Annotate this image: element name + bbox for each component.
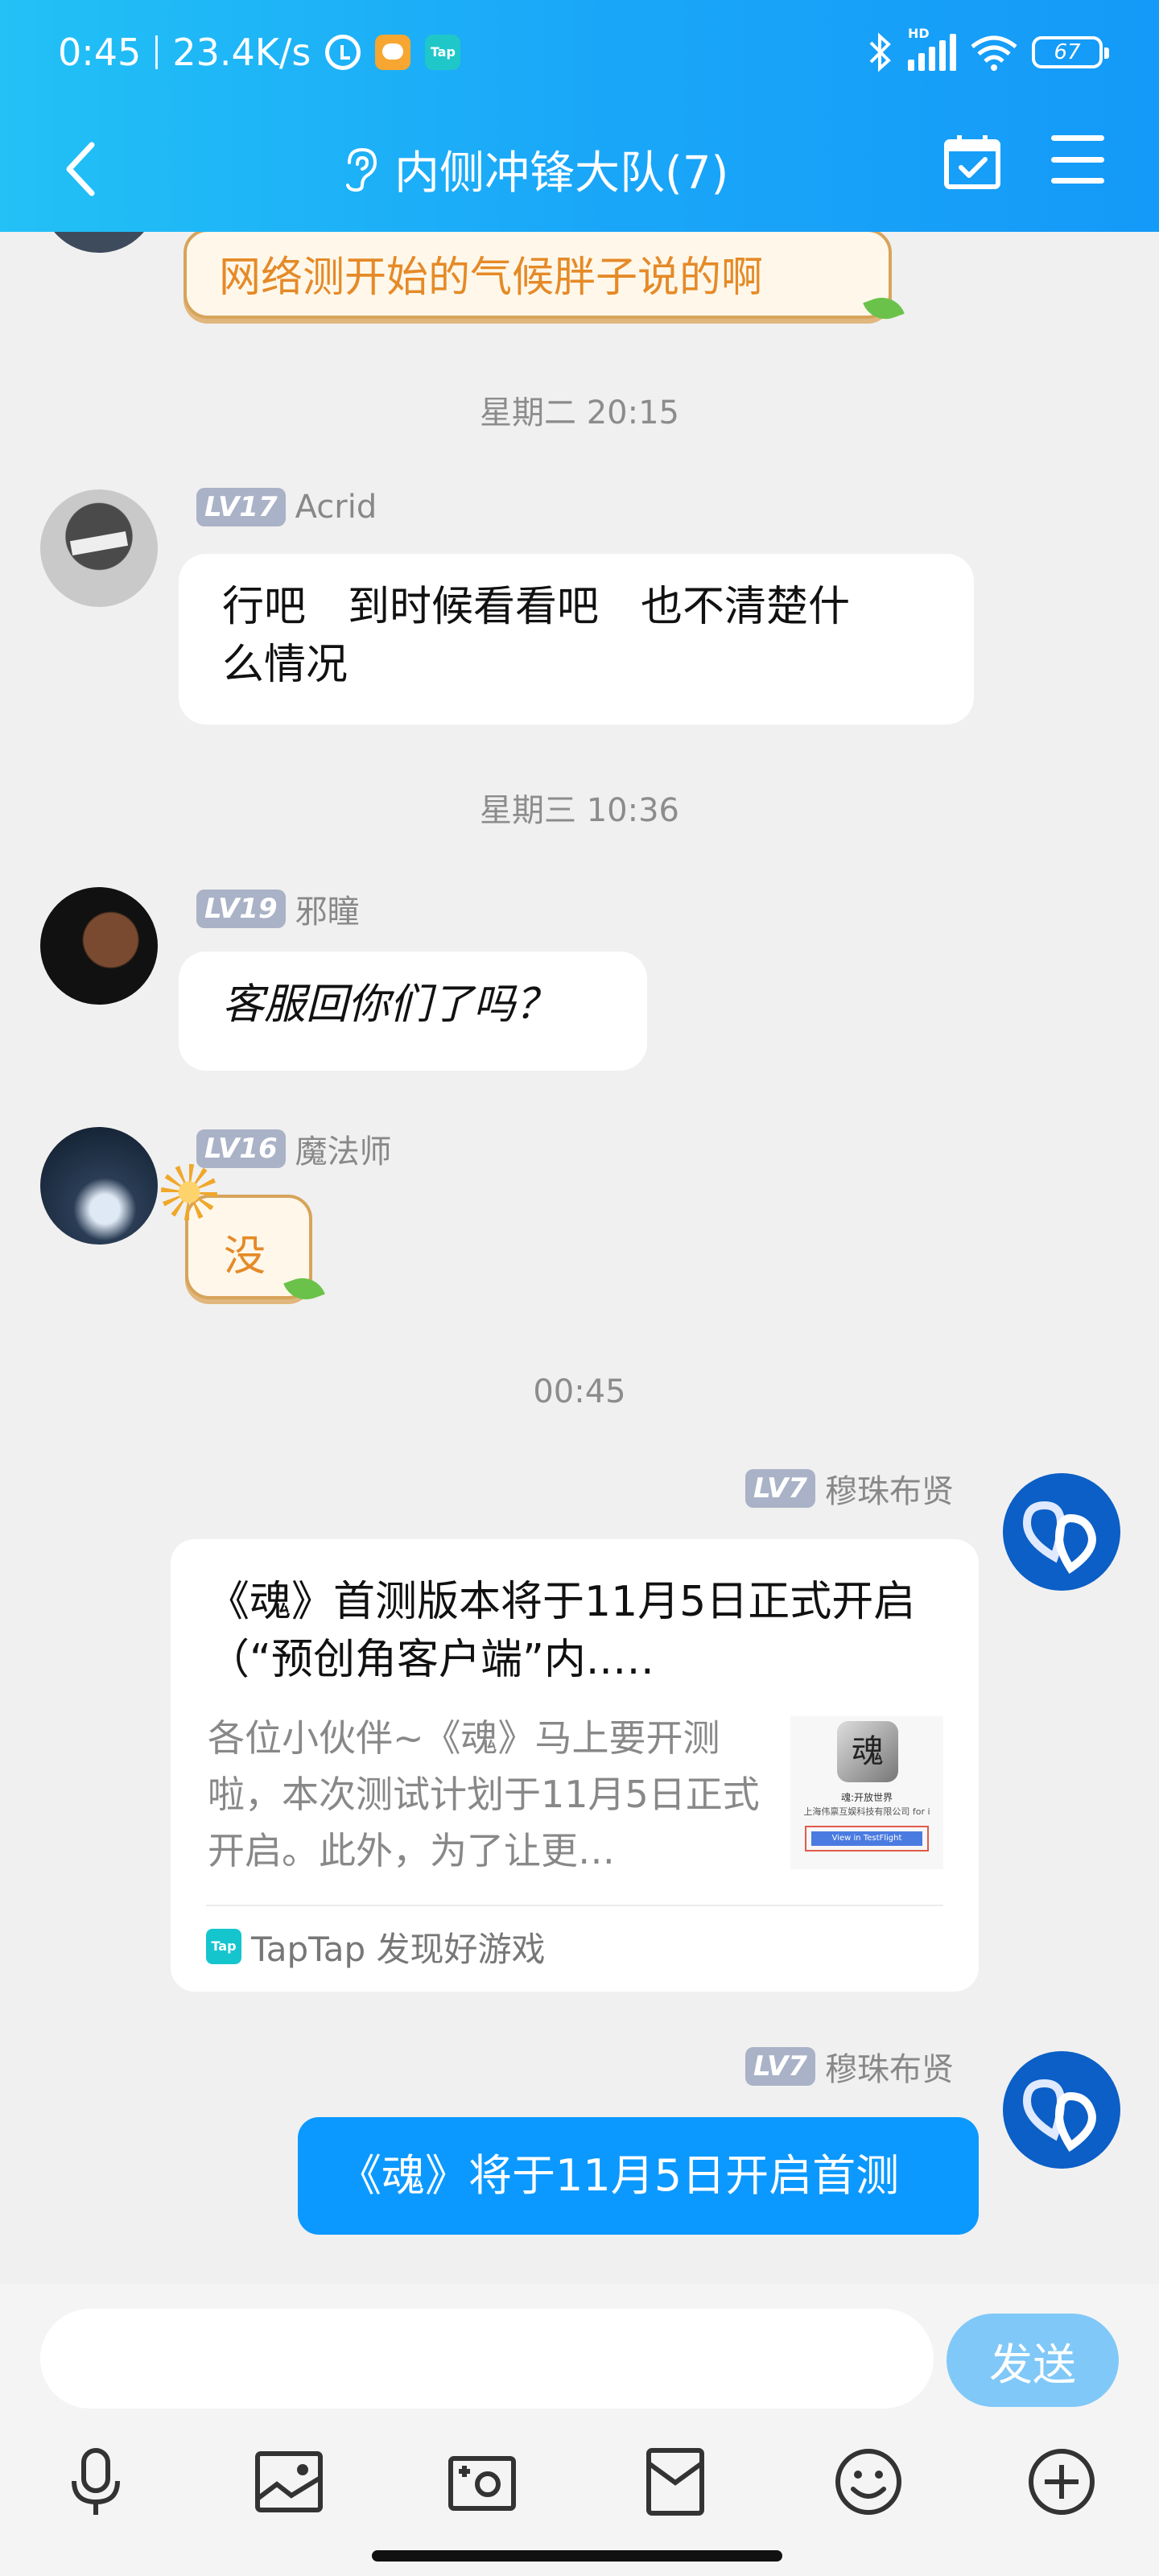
sticker-text: 没 [224,1232,266,1281]
avatar-self[interactable] [1003,1473,1120,1591]
card-source: Tap TapTap 发现好游戏 [206,1922,546,1971]
avatar-self[interactable] [1003,2051,1120,2169]
status-bar: 0:45 23.4K/s Tap HD 67 [0,0,1159,105]
card-divider [206,1905,943,1906]
calendar-check-icon[interactable] [942,130,1003,192]
message-bubble[interactable]: 行吧 到时候看看吧 也不清楚什 么情况 [179,554,974,724]
card-description: 各位小伙伴~《魂》马上要开测啦，本次测试计划于11月5日正式开启。此外，为了让更… [208,1716,760,1872]
thumb-title: 魂:开放世界 [840,1792,893,1803]
hd-label: HD [908,26,930,41]
timestamp: 00:45 [533,1373,626,1410]
sender-name: 邪瞳 [295,894,360,931]
sticker-bubble[interactable]: 没 [161,1164,325,1307]
avatar[interactable] [40,489,158,607]
group-name: 内侧冲锋大队(7) [394,147,729,200]
message-text: 《魂》将于11月5日开启首测 [338,2150,900,2201]
link-card[interactable]: 《魂》首测版本将于11月5日正式开启（“预创角客户端”内..… 各位小伙伴~《魂… [171,1539,979,1992]
sun-decoration-icon [161,1164,217,1220]
heart-logo-icon [1022,1501,1096,1575]
sender-info: LV7 穆珠布贤 [745,1465,954,1512]
message-text-line: 么情况 [222,641,349,689]
microphone-icon[interactable] [60,2446,132,2518]
card-thumbnail: 魂 魂:开放世界 上海伟禀互娱科技有限公司 for i View in Test… [790,1716,943,1869]
camera-icon[interactable] [446,2446,518,2518]
status-right: HD 67 [868,24,1109,80]
avatar[interactable] [40,887,158,1005]
sender-info: LV19 邪瞳 [196,886,360,932]
battery-icon: 67 [1032,36,1109,68]
sender-name: 魔法师 [295,1133,392,1170]
leaf-decoration [863,291,905,326]
red-packet-icon[interactable] [639,2446,711,2518]
avatar[interactable] [40,1127,158,1245]
message-input[interactable] [40,2309,934,2409]
back-icon[interactable] [56,137,105,201]
status-time: 0:45 [58,31,142,74]
level-badge: LV19 [196,890,286,928]
toolbar [0,2446,1159,2526]
leaf-decoration [283,1271,325,1307]
input-bar: 发送 [0,2285,1159,2576]
thumb-subtitle: 上海伟禀互娱科技有限公司 for i [803,1806,930,1817]
sender-name: Acrid [295,489,377,526]
level-badge: LV7 [745,1469,815,1508]
message-bubble[interactable]: 客服回你们了吗？ [179,952,647,1071]
battery-level: 67 [1054,40,1081,64]
ear-mode-icon [346,147,377,192]
plus-icon[interactable] [1025,2446,1098,2518]
taptap-app-icon: Tap [425,35,461,70]
message-app-icon [375,35,411,70]
card-title: 《魂》首测版本将于11月5日正式开启（“预创角客户端”内..… [208,1578,916,1684]
timestamp: 星期二 20:15 [480,394,679,431]
header: 0:45 23.4K/s Tap HD 67 内侧冲锋大队(7) [0,0,1159,232]
heart-logo-icon [1022,2079,1096,2153]
menu-icon[interactable] [1051,135,1104,184]
wifi-icon [971,35,1017,71]
sender-info: LV16 魔法师 [196,1125,392,1172]
taptap-icon: Tap [206,1929,241,1964]
status-left: 0:45 23.4K/s Tap [58,27,461,77]
level-badge: LV16 [196,1129,286,1168]
sticker-bubble[interactable]: 网络测开始的气候胖子说的啊 [184,232,905,326]
sender-name: 穆珠布贤 [824,1473,954,1510]
navigation-bar: 内侧冲锋大队(7) [0,105,1159,232]
sender-info: LV7 穆珠布贤 [745,2043,954,2090]
bluetooth-icon [869,32,891,72]
message-text-line: 行吧 到时候看看吧 也不清楚什 [222,583,851,631]
avatar[interactable] [40,232,158,253]
thumb-button: View in TestFlight [805,1826,929,1852]
level-badge: LV7 [745,2047,815,2086]
sticker-text: 网络测开始的气候胖子说的啊 [219,254,764,302]
timestamp: 星期三 10:36 [480,792,679,829]
chat-title: 内侧冲锋大队(7) [338,129,728,209]
thumb-button-label: View in TestFlight [811,1831,922,1846]
home-indicator[interactable] [372,2550,782,2562]
chat-area[interactable]: 网络测开始的气候胖子说的啊 星期二 20:15 LV17 Acrid 行吧 到时… [0,232,1159,2285]
emoji-icon[interactable] [832,2446,905,2518]
level-badge: LV17 [196,488,286,526]
message-text: 客服回你们了吗？ [222,980,558,1029]
game-logo: 魂 [837,1721,898,1782]
image-icon[interactable] [253,2446,325,2518]
send-button[interactable]: 发送 [947,2314,1119,2407]
status-speed: 23.4K/s [172,31,311,74]
sender-info: LV17 Acrid [196,488,377,526]
sender-name: 穆珠布贤 [824,2051,954,2088]
signal-icon: HD [908,26,956,71]
message-bubble-self[interactable]: 《魂》将于11月5日开启首测 [298,2117,979,2235]
alarm-icon [325,35,361,70]
status-separator [155,35,159,69]
source-label: TapTap 发现好游戏 [251,1929,546,1969]
